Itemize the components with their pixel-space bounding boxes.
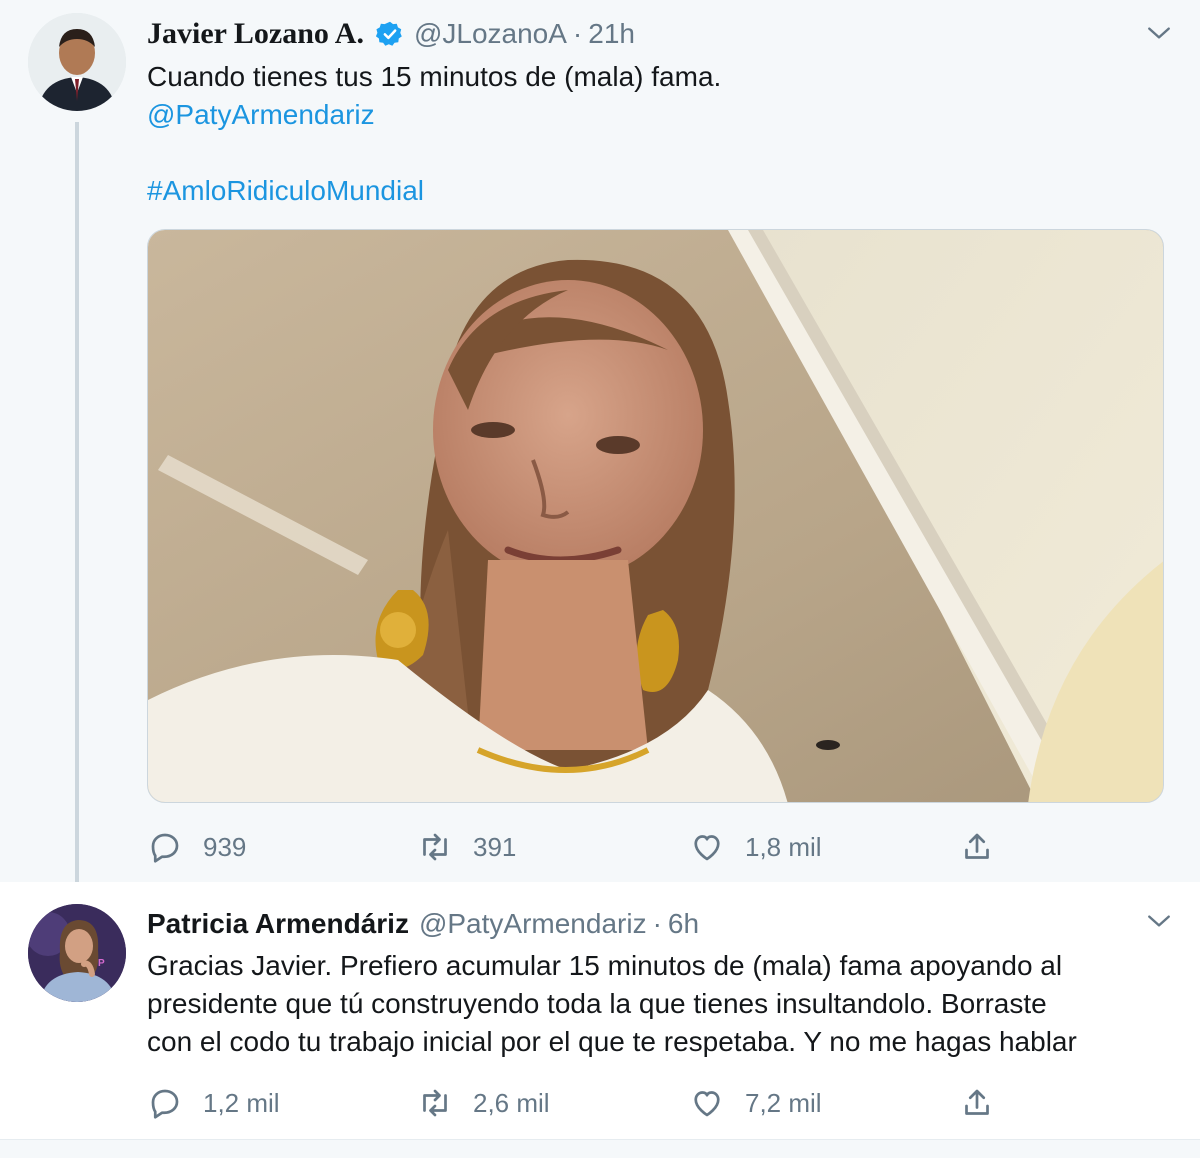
tweet-text-line: con el codo tu trabajo inicial por el qu… <box>147 1026 1077 1057</box>
heart-icon <box>694 1091 720 1117</box>
avatar-javier[interactable] <box>28 13 126 111</box>
tweet-header: Patricia Armendáriz @PatyArmendariz · 6h <box>147 904 699 944</box>
share-action[interactable] <box>959 1083 1015 1123</box>
tweet-timestamp[interactable]: 6h <box>668 908 699 940</box>
photo-image <box>148 230 1163 802</box>
retweet-count: 391 <box>473 831 517 862</box>
heart-icon <box>694 835 720 861</box>
author-name[interactable]: Javier Lozano A. <box>147 17 364 51</box>
tweet-timestamp[interactable]: 21h <box>588 18 635 50</box>
reply-action[interactable]: 939 <box>147 827 246 867</box>
reply-count: 939 <box>203 831 247 862</box>
tweet-actions: 1,2 mil 2,6 mil 7,2 mil <box>147 1083 1007 1123</box>
tweet-text-line: Gracias Javier. Prefiero acumular 15 min… <box>147 950 1063 981</box>
mention-link[interactable]: @PatyArmendariz <box>147 96 375 134</box>
separator-dot: · <box>652 908 662 939</box>
like-action[interactable]: 1,8 mil <box>689 827 822 867</box>
chevron-down-icon[interactable] <box>1146 20 1172 46</box>
hashtag-link[interactable]: #AmloRidiculoMundial <box>147 172 424 210</box>
like-count: 1,8 mil <box>745 831 822 862</box>
share-icon <box>965 1089 989 1115</box>
like-count: 7,2 mil <box>745 1087 822 1118</box>
reply-action[interactable]: 1,2 mil <box>147 1083 280 1123</box>
share-icon <box>965 833 989 859</box>
retweet-action[interactable]: 391 <box>417 827 516 867</box>
tweet-media-photo[interactable] <box>147 229 1164 803</box>
retweet-icon <box>423 833 447 861</box>
like-action[interactable]: 7,2 mil <box>689 1083 822 1123</box>
thread-connector-line <box>75 122 79 897</box>
author-name[interactable]: Patricia Armendáriz <box>147 908 409 940</box>
retweet-icon <box>423 1089 447 1117</box>
avatar-patricia[interactable]: P <box>28 904 126 1002</box>
share-action[interactable] <box>959 827 1015 867</box>
tweet-header: Javier Lozano A. @JLozanoA · 21h <box>147 14 635 54</box>
avatar-javier-image <box>28 13 126 111</box>
author-handle[interactable]: @PatyArmendariz <box>419 908 647 940</box>
tweet-text-line: presidente que tú construyendo toda la q… <box>147 988 1047 1019</box>
chevron-down-icon[interactable] <box>1146 908 1172 934</box>
separator-dot: · <box>572 18 583 49</box>
author-handle[interactable]: @JLozanoA <box>414 18 567 50</box>
timeline-gap <box>0 1140 1200 1158</box>
reply-icon <box>151 1089 179 1119</box>
retweet-action[interactable]: 2,6 mil <box>417 1083 550 1123</box>
tweet-actions: 939 391 1,8 mil <box>147 827 1007 867</box>
reply-icon <box>151 833 179 863</box>
retweet-count: 2,6 mil <box>473 1087 550 1118</box>
tweet-text: Cuando tienes tus 15 minutos de (mala) f… <box>147 61 722 92</box>
svg-text:P: P <box>98 958 105 969</box>
verified-badge-icon <box>375 21 402 46</box>
avatar-patricia-image: P <box>28 904 126 1002</box>
reply-count: 1,2 mil <box>203 1087 280 1118</box>
